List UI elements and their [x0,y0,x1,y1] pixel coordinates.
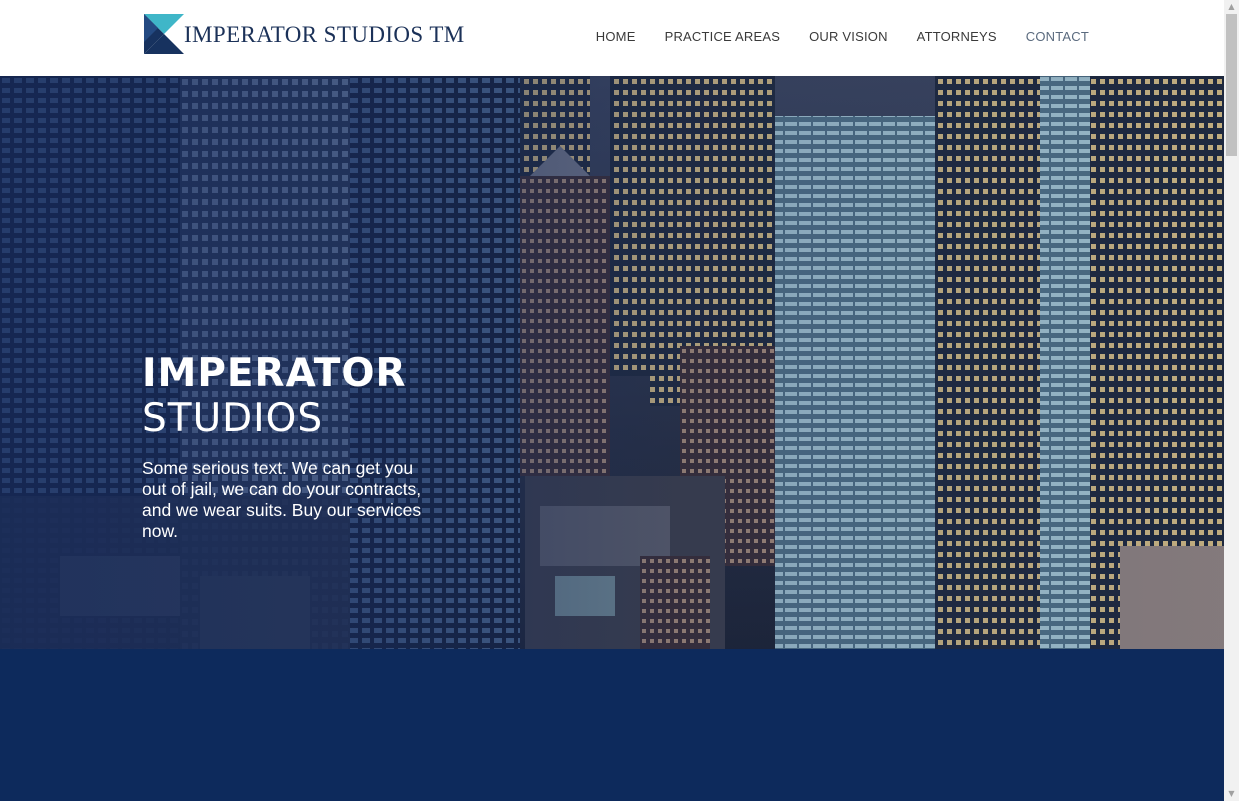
logo-text: IMPERATOR STUDIOS TM [184,22,465,47]
nav-practice-areas[interactable]: PRACTICE AREAS [665,29,781,44]
site-header: IMPERATOR STUDIOS TM HOME PRACTICE AREAS… [0,0,1224,76]
navy-section [0,649,1224,801]
hero-body-text: Some serious text. We can get you out of… [142,458,422,541]
chevron-up-icon[interactable]: ▲ [1224,0,1239,14]
page: IMPERATOR STUDIOS TM HOME PRACTICE AREAS… [0,0,1224,801]
page-scrollbar[interactable]: ▲ ▼ [1224,0,1239,801]
hero-section: IMPERATOR STUDIOS Some serious text. We … [0,76,1224,649]
chevron-down-icon[interactable]: ▼ [1224,787,1239,801]
nav-attorneys[interactable]: ATTORNEYS [917,29,997,44]
hero-content: IMPERATOR STUDIOS Some serious text. We … [142,352,442,560]
hero-title-line2: STUDIOS [142,396,324,441]
nav-contact[interactable]: CONTACT [1026,29,1089,44]
nav-our-vision[interactable]: OUR VISION [809,29,888,44]
site-logo[interactable]: IMPERATOR STUDIOS TM [144,14,465,54]
nav-home[interactable]: HOME [596,29,636,44]
logo-mark-icon [144,14,184,54]
hero-title-line1: IMPERATOR [142,351,407,396]
main-nav: HOME PRACTICE AREAS OUR VISION ATTORNEYS… [567,29,1089,44]
scroll-thumb[interactable] [1226,14,1237,156]
